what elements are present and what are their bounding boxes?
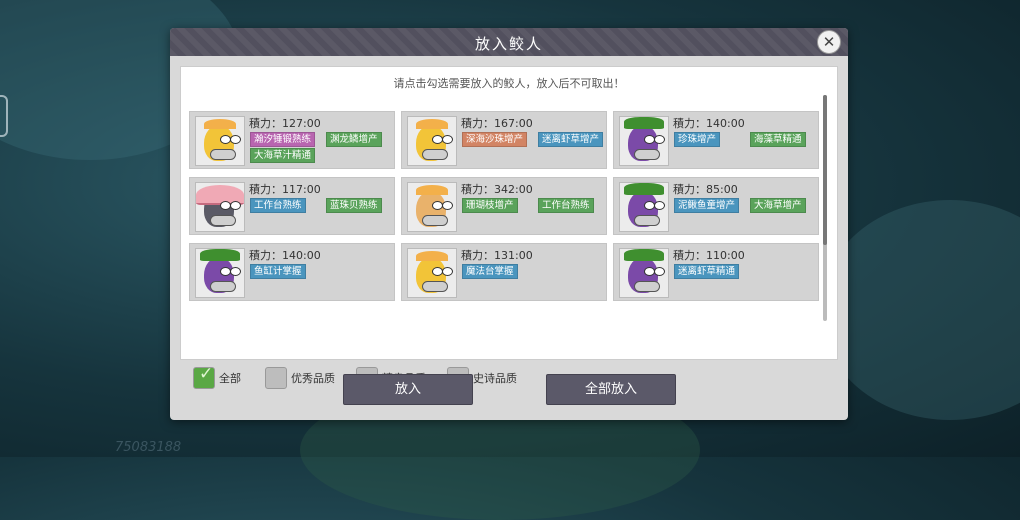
skill-tag: 海藻草精通 [750,132,806,147]
yellow-fish-icon [407,248,457,298]
skill-tag: 蓝珠贝熟练 [326,198,382,213]
merfolk-power: 積力：127:00 [249,117,321,130]
skill-tag: 珊瑚枝增产 [462,198,518,213]
merfolk-power: 積力：140:00 [249,249,321,262]
yellow-fish-icon [195,116,245,166]
skill-tag: 鱼缸计掌握 [250,264,306,279]
dialog-titlebar: 放入鲛人 ✕ [170,28,848,56]
dialog-title: 放入鲛人 [474,35,543,53]
merfolk-card[interactable]: 積力：167:00 深海沙珠增产 迷离虾草增产 [401,111,607,169]
merfolk-card[interactable]: 積力：127:00 瀚汐锤锻熟练 渊龙鳞增产 大海草汁精通 [189,111,395,169]
merfolk-card[interactable]: 積力：140:00 鱼缸计掌握 [189,243,395,301]
filter-all-checkbox[interactable]: ✓ [193,364,215,389]
golden-fish-icon [407,182,457,232]
merfolk-power: 積力：140:00 [673,117,745,130]
scrollbar[interactable] [823,95,827,321]
merfolk-power: 積力：85:00 [673,183,738,196]
skill-tag: 深海沙珠增产 [462,132,528,147]
skill-tag: 瀚汐锤锻熟练 [250,132,316,147]
skill-tag: 大海草增产 [750,198,806,213]
skill-tag: 迷离虾草精通 [674,264,740,279]
check-icon: ✓ [199,364,214,384]
purple-fish-icon [619,182,669,232]
merfolk-card[interactable]: 積力：131:00 魔法台掌握 [401,243,607,301]
put-merfolk-dialog: 放入鲛人 ✕ 请点击勾选需要放入的鲛人，放入后不可取出！ 積力：127:00 瀚汐… [170,28,848,420]
merfolk-power: 積力：342:00 [461,183,533,196]
scrollbar-thumb[interactable] [823,95,827,245]
background-decoration [820,200,1020,420]
skill-tag: 泥鳅鱼童增产 [674,198,740,213]
skill-tag: 魔法台掌握 [462,264,518,279]
yellow-fish-icon [407,116,457,166]
put-all-button[interactable]: 全部放入 [546,374,676,405]
purple-fish-icon [195,248,245,298]
merfolk-power: 積力：167:00 [461,117,533,130]
skill-tag: 大海草汁精通 [250,148,316,163]
skill-tag: 珍珠增产 [674,132,721,147]
filter-epic-label: 史诗品质 [473,372,517,385]
merfolk-card[interactable]: 積力：110:00 迷离虾草精通 [613,243,819,301]
background-number: 75083188 [115,440,182,455]
skill-tag: 渊龙鳞增产 [326,132,382,147]
gray-fish-icon [195,182,245,232]
skill-tag: 工作台熟练 [538,198,594,213]
merfolk-list-panel: 请点击勾选需要放入的鲛人，放入后不可取出！ 積力：127:00 瀚汐锤锻熟练 渊龙鳞… [180,66,838,389]
purple-fish-icon [619,248,669,298]
merfolk-card[interactable]: 積力：117:00 工作台熟练 蓝珠贝熟练 [189,177,395,235]
put-in-button[interactable]: 放入 [343,374,473,405]
filter-excellent-label: 优秀品质 [291,372,335,385]
side-drawer-handle[interactable] [0,95,8,137]
purple-fish-icon [619,116,669,166]
merfolk-power: 積力：110:00 [673,249,745,262]
merfolk-card[interactable]: 積力：342:00 珊瑚枝增产 工作台熟练 [401,177,607,235]
merfolk-card[interactable]: 積力：140:00 珍珠增产 海藻草精通 [613,111,819,169]
skill-tag: 迷离虾草增产 [538,132,604,147]
merfolk-power: 積力：117:00 [249,183,321,196]
filter-excellent-checkbox[interactable] [265,367,287,389]
merfolk-power: 積力：131:00 [461,249,533,262]
close-icon[interactable]: ✕ [817,30,841,54]
filter-all-label: 全部 [219,372,241,385]
merfolk-card[interactable]: 積力：85:00 泥鳅鱼童增产 大海草增产 [613,177,819,235]
skill-tag: 工作台熟练 [250,198,306,213]
instruction-text: 请点击勾选需要放入的鲛人，放入后不可取出！ [393,77,625,90]
